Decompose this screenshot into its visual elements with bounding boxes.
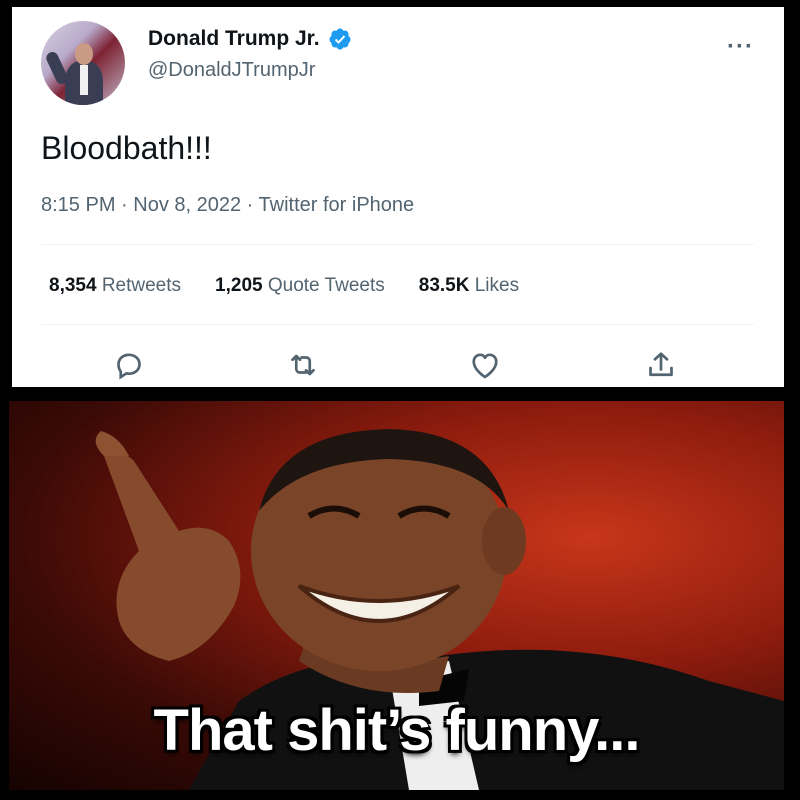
retweets-label: Retweets	[101, 275, 182, 296]
avatar-shirt	[80, 65, 88, 95]
likes-count: 83.5K	[418, 275, 470, 296]
handle[interactable]: @DonaldJTrumpJr	[148, 59, 315, 82]
likes-stat[interactable]: 83.5K Likes	[419, 275, 519, 297]
meme-caption: That shit’s funny...	[153, 698, 641, 763]
tweet-meta[interactable]: 8:15 PM · Nov 8, 2022 · Twitter for iPho…	[41, 194, 414, 217]
retweets-stat[interactable]: 8,354 Retweets	[49, 275, 181, 297]
display-name[interactable]: Donald Trump Jr.	[148, 27, 320, 51]
divider	[41, 244, 754, 245]
quotes-stat[interactable]: 1,205 Quote Tweets	[215, 275, 385, 297]
retweets-count: 8,354	[49, 275, 97, 296]
meme-image: That shit’s funny...	[9, 401, 784, 790]
share-icon[interactable]	[643, 347, 679, 383]
verified-icon	[329, 28, 351, 50]
more-icon[interactable]: ···	[727, 33, 754, 61]
quotes-count: 1,205	[215, 275, 263, 296]
action-bar	[12, 347, 784, 387]
retweet-icon[interactable]	[285, 347, 321, 383]
avatar[interactable]	[41, 21, 125, 105]
reply-icon[interactable]	[111, 347, 147, 383]
like-icon[interactable]	[467, 347, 503, 383]
avatar-head	[75, 43, 93, 65]
tweet-card: Donald Trump Jr. @DonaldJTrumpJr ··· Blo…	[12, 7, 784, 387]
likes-label: Likes	[474, 275, 520, 296]
tweet-text: Bloodbath!!!	[41, 130, 212, 166]
tweet-stats: 8,354 Retweets 1,205 Quote Tweets 83.5K …	[49, 275, 519, 297]
divider	[41, 324, 754, 325]
quotes-label: Quote Tweets	[267, 275, 385, 296]
display-name-row[interactable]: Donald Trump Jr.	[148, 27, 352, 51]
